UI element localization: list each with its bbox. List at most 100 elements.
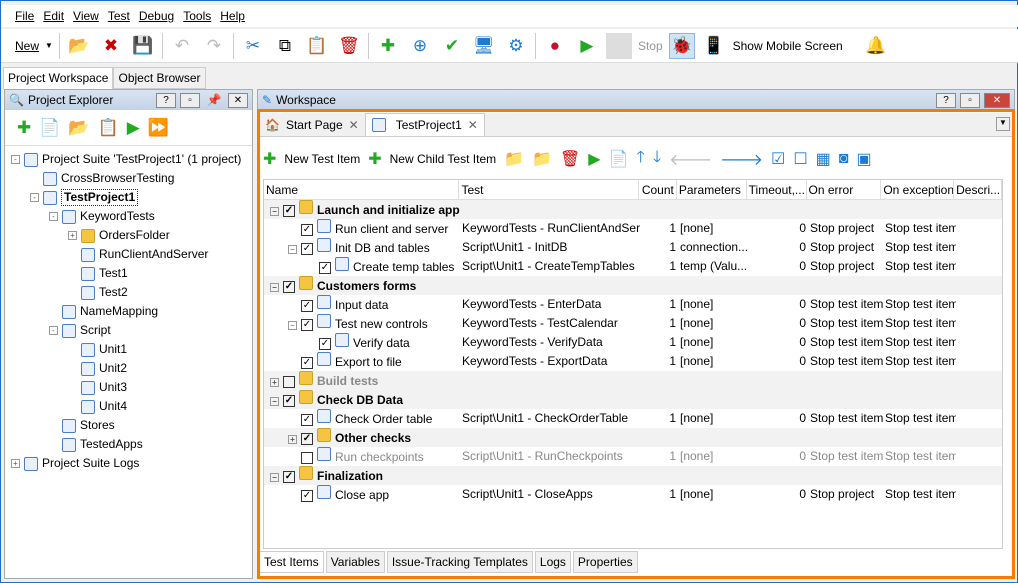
test-item-row[interactable]: − ✓ Test new controls KeywordTests - TestCa… — [264, 314, 1002, 333]
tab-start-page[interactable]: 🏠 Start Page ✕ — [259, 113, 365, 136]
collapse-icon[interactable]: − — [270, 397, 279, 406]
open-icon[interactable]: 📂 — [66, 33, 92, 59]
tab-object-browser[interactable]: Object Browser — [113, 67, 206, 89]
delete-icon[interactable]: 🗑 — [336, 33, 362, 59]
group-row[interactable]: + Build tests — [264, 371, 1002, 390]
chevron-down-icon[interactable]: ▼ — [45, 41, 53, 50]
close-tab-icon[interactable]: ✕ — [349, 118, 359, 132]
collapse-icon[interactable]: - — [49, 326, 58, 335]
close-tab-icon[interactable]: ✕ — [468, 118, 478, 132]
run-selected-icon[interactable]: ⏩ — [148, 118, 169, 138]
checkbox[interactable] — [301, 451, 313, 464]
checkbox[interactable]: ✓ — [301, 489, 313, 502]
stop-button[interactable]: Stop — [638, 39, 663, 53]
collapse-icon[interactable]: - — [49, 212, 58, 221]
tab-testproject1[interactable]: TestProject1 ✕ — [364, 113, 485, 136]
checkbox[interactable]: ✓ — [301, 413, 313, 426]
save-icon[interactable]: 💾 — [130, 33, 156, 59]
checkbox[interactable]: ✓ — [283, 394, 295, 407]
tab-logs[interactable]: Logs — [534, 551, 571, 573]
expand-icon[interactable]: + — [11, 459, 20, 468]
restore-button[interactable]: ▫ — [180, 92, 200, 108]
test-item-row[interactable]: ✓ Close app Script\Unit1 - CloseApps 1 [none… — [264, 485, 1002, 504]
tree-node[interactable]: + OrdersFolder — [11, 226, 252, 245]
menu-test[interactable]: Test — [108, 9, 130, 23]
checkbox[interactable]: ✓ — [283, 470, 295, 483]
checkbox[interactable]: ✓ — [301, 242, 313, 255]
checkpoint-icon[interactable]: ✔ — [439, 33, 465, 59]
tree-node[interactable]: Unit3 — [11, 378, 252, 397]
database-icon[interactable]: ⚙ — [503, 33, 529, 59]
check-all-icon[interactable]: ☑ — [771, 149, 785, 169]
tree-node[interactable]: Unit4 — [11, 397, 252, 416]
tree-node[interactable]: NameMapping — [11, 302, 252, 321]
collapse-icon[interactable]: − — [270, 473, 279, 482]
tab-properties[interactable]: Properties — [572, 551, 638, 573]
cut-icon[interactable]: ✂ — [240, 33, 266, 59]
menu-debug[interactable]: Debug — [139, 9, 174, 23]
uncheck-all-icon[interactable]: ☐ — [793, 149, 807, 169]
record-icon[interactable]: ● — [542, 33, 568, 59]
collapse-icon[interactable]: − — [288, 245, 297, 254]
group-row[interactable]: + ✓ Other checks — [264, 428, 1002, 447]
checkbox[interactable]: ✓ — [301, 223, 313, 236]
checkbox[interactable]: ✓ — [301, 356, 313, 369]
menu-file[interactable]: File — [15, 9, 34, 23]
add-child-folder-icon[interactable]: 📁 — [532, 149, 552, 169]
test-item-row[interactable]: ✓ Check Order table Script\Unit1 - CheckOr… — [264, 409, 1002, 428]
group-row[interactable]: − ✓ Check DB Data — [264, 390, 1002, 409]
move-right-icon[interactable]: 🡒 — [720, 149, 763, 170]
help-button[interactable]: ? — [936, 92, 956, 108]
test-item-row[interactable]: ✓ Input data KeywordTests - EnterData 1 [non… — [264, 295, 1002, 314]
group-row[interactable]: − ✓ Customers forms — [264, 276, 1002, 295]
tab-issue-tracking-templates[interactable]: Issue-Tracking Templates — [386, 551, 533, 573]
collapse-icon[interactable]: − — [288, 321, 297, 330]
add-new-item-icon[interactable]: ✚ — [17, 118, 31, 138]
pin-icon[interactable]: 📌 — [204, 93, 224, 107]
group-row[interactable]: − ✓ Finalization — [264, 466, 1002, 485]
expand-icon[interactable]: + — [270, 378, 279, 387]
new-test-item-button[interactable]: New Test Item — [284, 152, 360, 166]
tree-node[interactable]: + Project Suite Logs — [11, 454, 252, 473]
restore-button[interactable]: ▫ — [960, 92, 980, 108]
close-project-icon[interactable]: ✖ — [98, 33, 124, 59]
run-icon[interactable]: ▶ — [574, 33, 600, 59]
group-row[interactable]: −✓ Launch and initialize applications — [264, 200, 1002, 219]
close-button[interactable]: ✕ — [984, 92, 1010, 108]
new-button[interactable]: New — [15, 39, 39, 53]
open-file-icon[interactable]: 📂 — [68, 118, 89, 138]
checkbox[interactable]: ✓ — [283, 280, 295, 293]
tree-node[interactable]: Test1 — [11, 264, 252, 283]
column-header[interactable]: Descri... — [954, 180, 1002, 199]
tree-node[interactable]: - Script — [11, 321, 252, 340]
move-up-icon[interactable]: 🡑 — [637, 146, 645, 173]
column-header[interactable]: On error — [807, 180, 882, 199]
tree-node[interactable]: CrossBrowserTesting — [11, 169, 252, 188]
run-item-icon[interactable]: ▶ — [588, 149, 600, 169]
bell-icon[interactable]: 🔔 — [863, 33, 889, 59]
copy-icon[interactable]: ⧉ — [272, 33, 298, 59]
test-item-row[interactable]: ✓ Create temp tables Script\Unit1 - Create… — [264, 257, 1002, 276]
collapse-icon[interactable]: - — [30, 193, 39, 202]
enable-icon[interactable]: ◙ — [839, 150, 849, 168]
object-spy-icon[interactable]: 🖥 — [471, 33, 497, 59]
add-existing-item-icon[interactable]: 📄 — [39, 118, 60, 138]
tree-node[interactable]: - KeywordTests — [11, 207, 252, 226]
checkbox[interactable] — [283, 375, 295, 388]
checkbox[interactable]: ✓ — [283, 204, 295, 217]
collapse-icon[interactable]: - — [11, 155, 20, 164]
tabs-dropdown-icon[interactable]: ▼ — [996, 117, 1010, 131]
tree-node[interactable]: Unit2 — [11, 359, 252, 378]
tree-node[interactable]: Unit1 — [11, 340, 252, 359]
help-button[interactable]: ? — [156, 92, 176, 108]
checkbox[interactable]: ✓ — [301, 432, 313, 445]
new-child-test-item-button[interactable]: New Child Test Item — [390, 152, 496, 166]
column-header[interactable]: Timeout,... — [747, 180, 807, 199]
expand-icon[interactable]: + — [288, 435, 297, 444]
redo-icon[interactable]: ↷ — [201, 33, 227, 59]
test-item-row[interactable]: ✓ Run client and server KeywordTests - Run… — [264, 219, 1002, 238]
tree-node[interactable]: TestedApps — [11, 435, 252, 454]
add-target-icon[interactable]: ⊕ — [407, 33, 433, 59]
column-header[interactable]: Name — [264, 180, 460, 199]
column-header[interactable]: Count — [639, 180, 677, 199]
